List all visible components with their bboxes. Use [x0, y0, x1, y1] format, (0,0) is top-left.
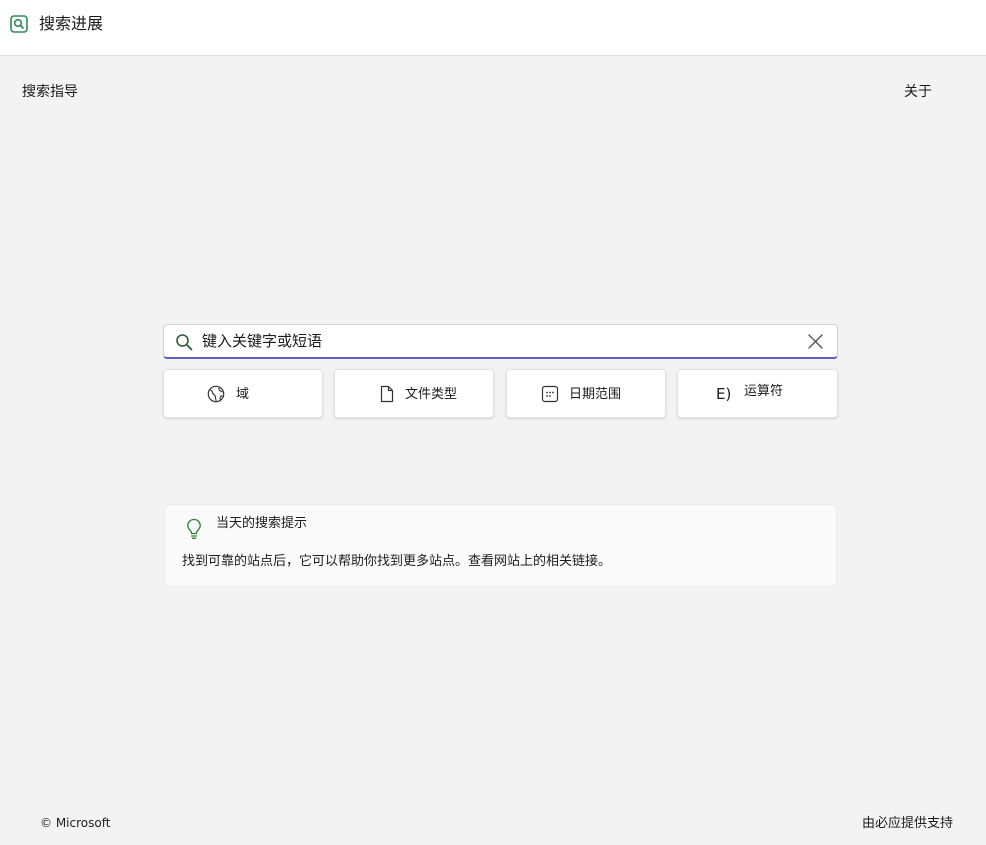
app-title: 搜索进展 [39, 14, 104, 33]
lightbulb-icon [187, 518, 201, 539]
powered-by-bing-link[interactable]: 由必应提供支持 [862, 815, 953, 832]
operator-filter-label: 运算符 [744, 384, 784, 399]
close-icon[interactable] [807, 333, 824, 350]
document-icon [380, 385, 394, 403]
date-range-filter-label: 日期范围 [569, 387, 622, 402]
domain-filter-label: 域 [236, 387, 250, 402]
domain-filter-button[interactable]: 域 [163, 369, 323, 418]
search-input[interactable] [202, 329, 792, 353]
search-progress-icon [10, 15, 28, 33]
search-icon [176, 334, 193, 351]
about-link[interactable]: 关于 [904, 83, 932, 101]
search-guide-link[interactable]: 搜索指导 [22, 83, 78, 101]
file-type-filter-label: 文件类型 [405, 387, 458, 402]
calendar-icon [541, 385, 559, 403]
search-tip-card: 当天的搜索提示 找到可靠的站点后，它可以帮助你找到更多站点。查看网站上的相关链接… [164, 504, 837, 587]
date-range-filter-button[interactable]: 日期范围 [506, 369, 666, 418]
file-type-filter-button[interactable]: 文件类型 [334, 369, 494, 418]
tip-title: 当天的搜索提示 [216, 516, 308, 531]
copyright-text: © Microsoft [40, 816, 111, 830]
search-box[interactable] [163, 324, 838, 359]
title-bar: 搜索进展 [0, 0, 986, 56]
operator-icon: E) [716, 385, 732, 403]
globe-icon [207, 385, 225, 403]
tip-body: 找到可靠的站点后，它可以帮助你找到更多站点。查看网站上的相关链接。 [182, 554, 612, 569]
operator-filter-button[interactable]: E) 运算符 [677, 369, 838, 418]
